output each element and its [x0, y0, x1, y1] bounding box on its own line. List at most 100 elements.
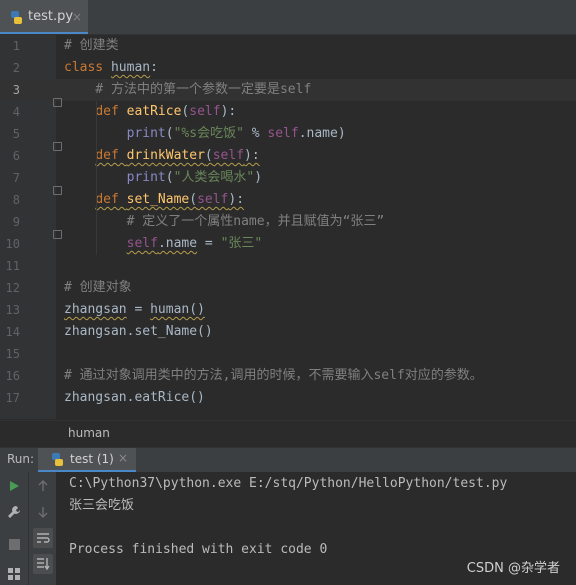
active-tab-indicator: [0, 32, 88, 34]
code-text: def eatRice(self):: [64, 101, 236, 123]
code-token: # 创建对象: [64, 280, 132, 295]
code-line[interactable]: 14 zhangsan.set_Name(): [0, 321, 576, 343]
line-number: 15: [5, 347, 20, 361]
line-number: 9: [12, 215, 20, 229]
scroll-down-button[interactable]: [33, 502, 53, 522]
code-token: ):: [220, 104, 237, 119]
code-token: (: [204, 148, 213, 163]
code-token: # 方法中的第一个参数一定要是self: [64, 82, 312, 97]
code-line[interactable]: 16 # 通过对象调用类中的方法,调用的时候，不需要输入self对应的参数。: [0, 365, 576, 387]
run-label: Run:: [7, 452, 35, 466]
breadcrumb: human: [0, 420, 576, 447]
fold-marker-icon[interactable]: [53, 98, 62, 107]
code-token: human(): [150, 302, 205, 317]
code-token: (: [165, 126, 174, 141]
code-token: # 定义了一个属性name，并且赋值为“张三”: [64, 214, 385, 229]
code-line[interactable]: 7 print("人类会喝水"): [0, 167, 576, 189]
code-token: %: [243, 126, 268, 141]
scroll-to-end-button[interactable]: [33, 554, 53, 574]
code-text: zhangsan.set_Name(): [64, 321, 213, 343]
settings-button[interactable]: [4, 502, 24, 522]
scroll-up-button[interactable]: [33, 476, 53, 496]
fold-marker-icon[interactable]: [53, 230, 62, 239]
arrow-down-icon: [38, 507, 48, 518]
code-text: # 创建类: [64, 35, 119, 57]
run-tab-label: test (1): [70, 452, 114, 466]
line-number: 3: [12, 83, 20, 97]
line-number: 11: [5, 259, 20, 273]
code-line[interactable]: 13 zhangsan = human(): [0, 299, 576, 321]
file-tab-test-py[interactable]: test.py ×: [0, 0, 88, 34]
line-number: 17: [5, 391, 20, 405]
python-run-icon: [52, 453, 63, 466]
console-line: C:\Python37\python.exe E:/stq/Python/Hel…: [69, 476, 508, 491]
wrap-icon: [37, 533, 50, 543]
code-token: =: [197, 236, 221, 251]
line-number: 6: [12, 149, 20, 163]
line-number: 4: [12, 105, 20, 119]
breadcrumb-class-name[interactable]: human: [68, 426, 110, 440]
code-token: "人类会喝水": [173, 170, 255, 185]
console-line: Process finished with exit code 0: [69, 542, 328, 557]
code-token: :: [150, 60, 158, 75]
code-token: ): [254, 170, 263, 185]
line-number: 8: [12, 193, 20, 207]
code-line[interactable]: 10 self.name = "张三": [0, 233, 576, 255]
code-token: =: [126, 302, 151, 317]
code-line[interactable]: 12 # 创建对象: [0, 277, 576, 299]
code-token: zhangsan.set_Name(): [64, 324, 213, 339]
code-token: def: [95, 104, 127, 119]
code-line[interactable]: 5 print("%s会吃饭" % self.name): [0, 123, 576, 145]
code-token: eatRice: [126, 104, 182, 119]
fold-marker-icon[interactable]: [53, 142, 62, 151]
code-line[interactable]: 17 zhangsan.eatRice(): [0, 387, 576, 409]
code-text: print("%s会吃饭" % self.name): [64, 123, 346, 145]
code-token: class: [64, 60, 111, 75]
code-token: self: [212, 148, 245, 163]
code-token: def: [95, 148, 127, 163]
code-token: set_Name: [126, 192, 190, 207]
fold-marker-icon[interactable]: [53, 186, 62, 195]
soft-wrap-button[interactable]: [33, 528, 53, 548]
code-line[interactable]: 2 class human:: [0, 57, 576, 79]
code-editor[interactable]: 1 # 创建类 2 class human: 3 # 方法中的第一个参数一定要是self…: [0, 35, 576, 419]
code-text: print("人类会喝水"): [64, 167, 262, 189]
code-token: .name): [298, 126, 346, 141]
editor-tab-bar: test.py ×: [0, 0, 576, 35]
code-line[interactable]: 11: [0, 255, 576, 277]
code-text: # 方法中的第一个参数一定要是self: [64, 79, 311, 101]
code-token: zhangsan: [64, 302, 127, 317]
code-line[interactable]: 8 def set_Name(self):: [0, 189, 576, 211]
code-token: print: [126, 126, 166, 141]
code-token: drinkWater: [126, 148, 205, 163]
code-token: human: [110, 60, 151, 75]
line-number: 2: [12, 61, 20, 75]
run-tab-test[interactable]: test (1) ×: [38, 448, 136, 472]
code-line[interactable]: 9 # 定义了一个属性name，并且赋值为“张三”: [0, 211, 576, 233]
rerun-button[interactable]: [4, 476, 24, 496]
code-text: self.name = "张三": [64, 233, 263, 255]
code-line[interactable]: 4 def eatRice(self):: [0, 101, 576, 123]
layout-button[interactable]: [4, 564, 24, 584]
code-token: def: [95, 192, 127, 207]
code-token: print: [126, 170, 166, 185]
code-line[interactable]: 15: [0, 343, 576, 365]
code-line[interactable]: 6 def drinkWater(self):: [0, 145, 576, 167]
toolbar-divider: [28, 472, 29, 585]
code-token: self: [267, 126, 299, 141]
stop-button[interactable]: [4, 534, 24, 554]
line-number: 14: [5, 325, 20, 339]
line-number: 5: [12, 127, 20, 141]
code-token: "张三": [220, 236, 263, 251]
code-token: self: [197, 192, 229, 207]
close-tab-icon[interactable]: ×: [72, 10, 82, 24]
line-number: 13: [5, 303, 20, 317]
code-line[interactable]: 3 # 方法中的第一个参数一定要是self: [0, 79, 576, 101]
line-number: 12: [5, 281, 20, 295]
code-line[interactable]: 1 # 创建类: [0, 35, 576, 57]
close-run-tab-icon[interactable]: ×: [118, 451, 128, 465]
line-number: 16: [5, 369, 20, 383]
